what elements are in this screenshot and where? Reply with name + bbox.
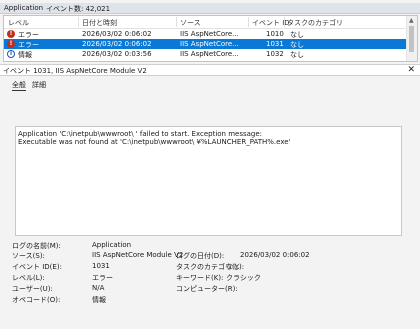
event-id: 1010: [266, 30, 284, 38]
event-count: イベント数: 42,021: [46, 5, 111, 13]
column-task-category[interactable]: タスクのカテゴリ: [287, 18, 343, 28]
level-value: エラー: [92, 274, 113, 282]
detail-tabs: 全般 詳細: [0, 76, 420, 91]
error-icon: !: [7, 30, 15, 38]
event-row[interactable]: ! エラー 2026/03/02 0:06:02 IIS AspNetCore.…: [4, 29, 406, 39]
event-datetime: 2026/03/02 0:06:02: [82, 30, 152, 38]
logged-value: 2026/03/02 0:06:02: [240, 251, 310, 259]
user-label: ユーザー(U):: [12, 285, 53, 293]
event-source: IIS AspNetCore...: [180, 40, 239, 48]
tab-general[interactable]: 全般: [12, 80, 26, 91]
keywords-label: キーワード(K):: [176, 274, 224, 282]
column-source[interactable]: ソース: [180, 18, 201, 28]
close-icon[interactable]: ✕: [407, 65, 415, 75]
event-row[interactable]: i 情報 2026/03/02 0:03:56 IIS AspNetCore..…: [4, 49, 406, 59]
logged-label: ログの日付(D):: [176, 252, 225, 260]
computer-label: コンピューター(R):: [176, 285, 238, 293]
level-label: レベル(L):: [12, 274, 45, 282]
log-title: Application: [4, 4, 44, 12]
event-level: 情報: [18, 51, 32, 59]
event-datetime: 2026/03/02 0:03:56: [82, 50, 152, 58]
task-category-value: なし: [226, 263, 240, 271]
info-icon: i: [7, 50, 15, 58]
event-id: 1032: [266, 50, 284, 58]
event-detail-title: イベント 1031, IIS AspNetCore Module V2: [3, 67, 147, 75]
event-id-label: イベント ID(E):: [12, 263, 62, 271]
message-line: Application 'C:\inetpub\wwwroot\ ' faile…: [18, 130, 263, 138]
source-label: ソース(S):: [12, 252, 45, 260]
user-value: N/A: [92, 284, 105, 292]
message-line: Executable was not found at 'C:\inetpub\…: [18, 138, 291, 146]
scroll-up-icon[interactable]: ▲: [409, 17, 414, 24]
event-id-value: 1031: [92, 262, 110, 270]
keywords-value: クラシック: [226, 274, 261, 282]
column-datetime[interactable]: 日付と時刻: [82, 18, 117, 28]
log-name-value: Application: [92, 241, 132, 249]
event-detail-header: イベント 1031, IIS AspNetCore Module V2 ✕: [0, 64, 420, 76]
event-message-box[interactable]: Application 'C:\inetpub\wwwroot\ ' faile…: [15, 126, 402, 236]
opcode-value: 情報: [92, 296, 106, 304]
tab-details[interactable]: 詳細: [32, 80, 46, 90]
source-value: IIS AspNetCore Module V2: [92, 251, 184, 259]
event-source: IIS AspNetCore...: [180, 30, 239, 38]
event-row-selected[interactable]: ! エラー 2026/03/02 0:06:02 IIS AspNetCore.…: [4, 39, 406, 49]
error-icon: !: [7, 40, 15, 48]
log-title-bar: Application イベント数: 42,021: [0, 3, 420, 14]
opcode-label: オペコード(O):: [12, 296, 61, 304]
event-list-header: レベル 日付と時刻 ソース イベント ID タスクのカテゴリ: [4, 16, 406, 29]
event-properties: ログの名前(M): Application ソース(S): IIS AspNet…: [0, 241, 420, 329]
event-list[interactable]: レベル 日付と時刻 ソース イベント ID タスクのカテゴリ ! エラー 202…: [3, 15, 418, 62]
event-list-scrollbar[interactable]: ▲: [406, 16, 417, 61]
event-id: 1031: [266, 40, 284, 48]
event-datetime: 2026/03/02 0:06:02: [82, 40, 152, 48]
event-category: なし: [290, 51, 304, 59]
log-name-label: ログの名前(M):: [12, 242, 61, 250]
scrollbar-thumb[interactable]: [409, 26, 414, 52]
event-source: IIS AspNetCore...: [180, 50, 239, 58]
column-level[interactable]: レベル: [8, 18, 29, 28]
